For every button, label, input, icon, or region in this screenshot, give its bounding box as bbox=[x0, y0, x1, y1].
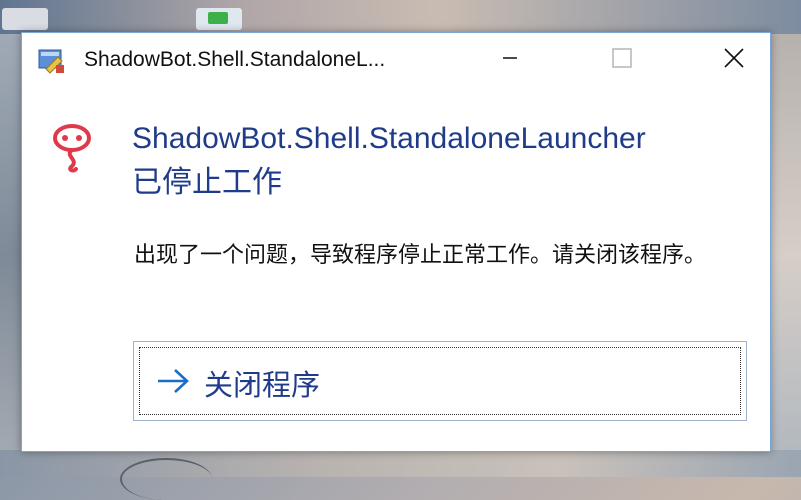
desktop-left-area bbox=[0, 34, 22, 477]
close-program-label: 关闭程序 bbox=[204, 368, 321, 402]
app-icon bbox=[36, 45, 66, 75]
error-dialog: ShadowBot.Shell.StandaloneL... ShadowBot… bbox=[21, 32, 771, 452]
desktop-bottom-area bbox=[0, 450, 801, 500]
desktop-right-area bbox=[769, 34, 801, 477]
arrow-right-icon bbox=[156, 366, 190, 396]
close-icon bbox=[723, 47, 745, 73]
maximize-icon bbox=[612, 48, 632, 72]
desktop-shortcut[interactable] bbox=[2, 8, 48, 30]
dialog-heading: ShadowBot.Shell.StandaloneLauncher 已停止工作 bbox=[132, 117, 762, 205]
minimize-button[interactable] bbox=[474, 33, 546, 87]
heading-app-name: ShadowBot.Shell.StandaloneLauncher bbox=[132, 122, 646, 155]
desktop-top-area bbox=[0, 0, 801, 34]
close-program-button[interactable]: 关闭程序 bbox=[133, 341, 747, 421]
close-button[interactable] bbox=[698, 33, 770, 87]
window-title: ShadowBot.Shell.StandaloneL... bbox=[84, 48, 386, 71]
maximize-button bbox=[586, 33, 658, 87]
dialog-description: 出现了一个问题，导致程序停止正常工作。请关闭该程序。 bbox=[134, 243, 707, 268]
desktop-shortcut[interactable] bbox=[196, 8, 242, 30]
heading-status: 已停止工作 bbox=[132, 166, 282, 199]
title-bar[interactable]: ShadowBot.Shell.StandaloneL... bbox=[22, 33, 770, 87]
error-icon bbox=[50, 123, 94, 175]
minimize-icon bbox=[502, 50, 518, 70]
